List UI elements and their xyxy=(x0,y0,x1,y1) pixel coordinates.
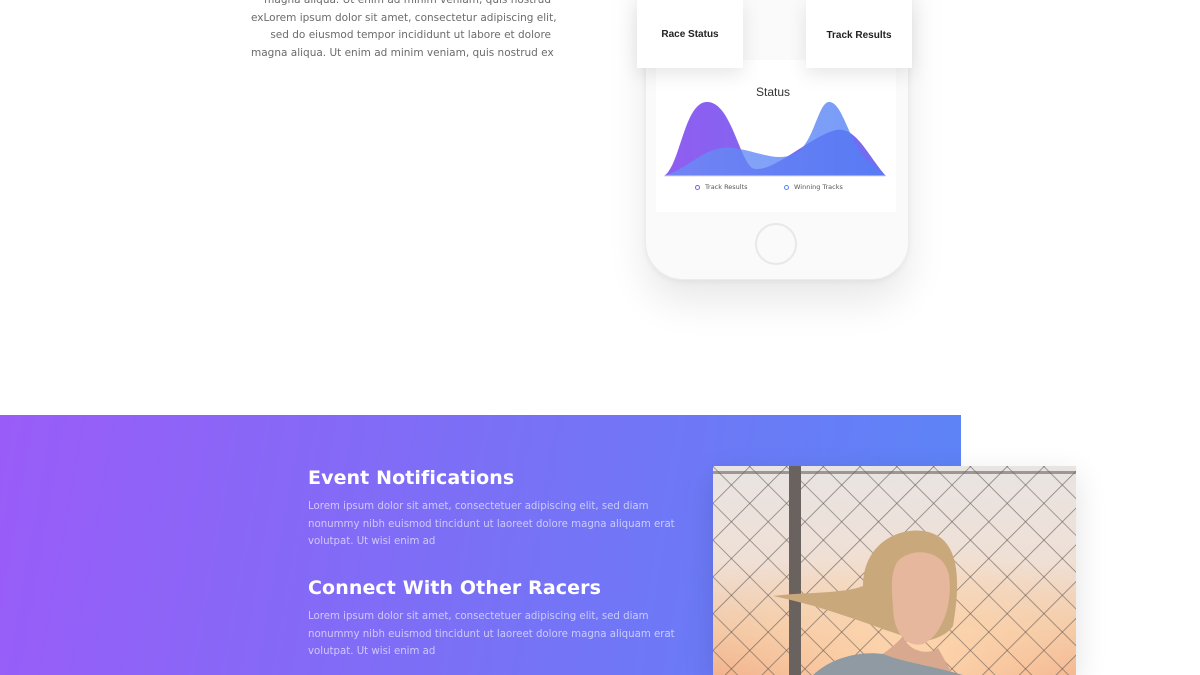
legend-dot-icon xyxy=(784,184,789,190)
intro-line: magna aliqua. Ut enim ad minim veniam, q… xyxy=(251,46,554,59)
legend-label: Track Results xyxy=(705,183,748,191)
racer-photo-illustration xyxy=(713,466,1076,675)
phone-home-button xyxy=(755,223,797,265)
feature-text-line: Lorem ipsum dolor sit amet, consectetuer… xyxy=(308,611,649,622)
race-status-label: Race Status xyxy=(661,28,719,40)
feature-text-line: volutpat. Ut wisi enim ad xyxy=(308,646,436,657)
legend-item: Winning Tracks xyxy=(784,183,843,191)
intro-line: sed do eiusmod tempor incididunt ut labo… xyxy=(270,29,551,41)
feature-text-line: nonummy nibh euismod tincidunt ut laoree… xyxy=(308,628,675,640)
intro-paragraph: magna aliqua. Ut enim ad minim veniam, q… xyxy=(251,0,557,62)
race-status-card[interactable]: Race Status xyxy=(637,0,743,68)
legend-dot-icon xyxy=(695,184,700,190)
legend-label: Winning Tracks xyxy=(794,183,843,191)
legend-item: Track Results xyxy=(695,183,748,191)
feature-description: Lorem ipsum dolor sit amet, consectetuer… xyxy=(308,608,688,661)
status-area-chart xyxy=(664,101,886,177)
intro-line: magna aliqua. Ut enim ad minim veniam, q… xyxy=(264,0,551,6)
feature-title: Connect With Other Racers xyxy=(308,577,602,599)
intro-line: exLorem ipsum dolor sit amet, consectetu… xyxy=(251,11,557,24)
track-results-label: Track Results xyxy=(826,29,892,41)
track-results-card[interactable]: Track Results xyxy=(806,0,912,68)
feature-text-line: nonummy nibh euismod tincidunt ut laoree… xyxy=(308,518,675,530)
feature-description: Lorem ipsum dolor sit amet, consectetuer… xyxy=(308,498,688,551)
feature-text-line: volutpat. Ut wisi enim ad xyxy=(308,536,436,547)
racer-photo xyxy=(713,466,1076,675)
feature-title: Event Notifications xyxy=(308,467,515,489)
fence-post xyxy=(789,466,801,675)
feature-text-line: Lorem ipsum dolor sit amet, consectetuer… xyxy=(308,501,649,512)
